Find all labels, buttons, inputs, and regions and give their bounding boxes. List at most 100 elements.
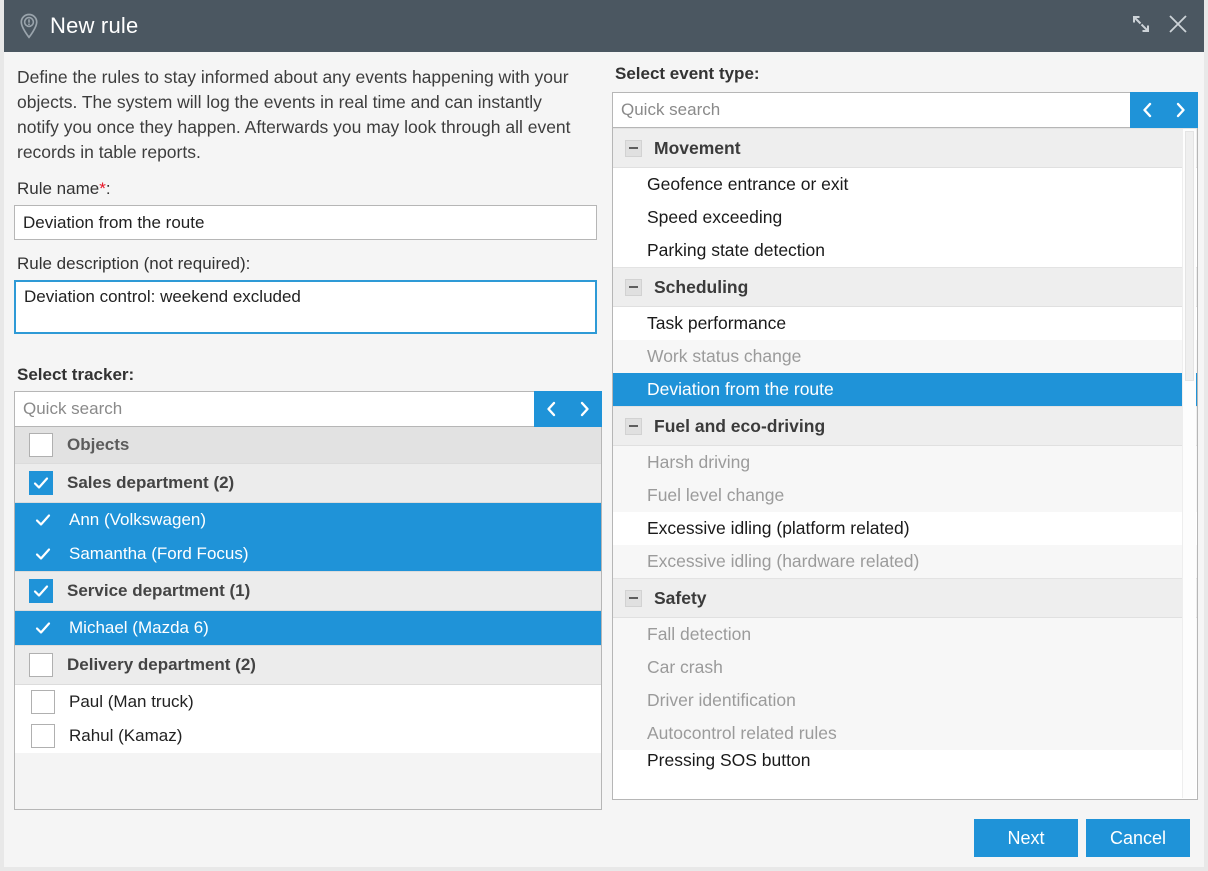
objects-select-all-checkbox[interactable] (29, 433, 53, 457)
event-item-row[interactable]: Geofence entrance or exit (613, 168, 1197, 201)
new-rule-dialog: New rule Define the rules to stay inform… (0, 0, 1208, 871)
event-nav-buttons (1130, 92, 1198, 128)
event-item-row: Autocontrol related rules (613, 717, 1197, 750)
tracker-search-input[interactable] (14, 391, 534, 427)
event-type-list[interactable]: Movement Geofence entrance or exit Speed e… (612, 128, 1198, 800)
tracker-group-checkbox[interactable] (29, 579, 53, 603)
dialog-body: Define the rules to stay informed about … (4, 52, 1204, 867)
objects-header-label: Objects (67, 435, 129, 455)
tracker-list-header[interactable]: Objects (15, 427, 601, 463)
tracker-group-label: Service department (1) (67, 581, 250, 601)
event-item-label: Parking state detection (647, 240, 825, 261)
rule-name-input[interactable] (14, 205, 597, 240)
event-search-row (612, 92, 1198, 128)
event-rows: Movement Geofence entrance or exit Speed e… (613, 128, 1197, 799)
dialog-footer: Next Cancel (974, 819, 1190, 857)
minus-collapse-icon[interactable] (625, 418, 642, 435)
tracker-item-row[interactable]: Samantha (Ford Focus) (15, 537, 601, 571)
cancel-button[interactable]: Cancel (1086, 819, 1190, 857)
event-item-row: Car crash (613, 651, 1197, 684)
chevron-left-icon[interactable] (534, 391, 568, 427)
tracker-item-row[interactable]: Paul (Man truck) (15, 685, 601, 719)
rule-name-label-text: Rule name (17, 179, 99, 198)
chevron-right-icon[interactable] (568, 391, 602, 427)
event-group-row[interactable]: Safety (613, 578, 1197, 618)
rule-description-input[interactable] (14, 280, 597, 334)
event-item-label: Fall detection (647, 624, 751, 645)
event-item-row[interactable]: Parking state detection (613, 234, 1197, 267)
rule-name-label-colon: : (106, 179, 111, 198)
tracker-item-row[interactable]: Ann (Volkswagen) (15, 503, 601, 537)
event-item-row[interactable]: Speed exceeding (613, 201, 1197, 234)
event-item-row: Driver identification (613, 684, 1197, 717)
rule-description-label: Rule description (not required): (17, 254, 602, 274)
tracker-group-checkbox[interactable] (29, 653, 53, 677)
event-item-label: Speed exceeding (647, 207, 782, 228)
event-group-label: Safety (654, 588, 707, 609)
tracker-item-checkbox[interactable] (31, 724, 55, 748)
left-pane: Define the rules to stay informed about … (14, 62, 602, 810)
tracker-group-label: Delivery department (2) (67, 655, 256, 675)
tracker-item-label: Paul (Man truck) (69, 692, 194, 712)
minus-collapse-icon[interactable] (625, 279, 642, 296)
event-list-scrollbar[interactable] (1182, 129, 1196, 798)
next-button[interactable]: Next (974, 819, 1078, 857)
event-item-label: Deviation from the route (647, 379, 834, 400)
close-icon[interactable] (1166, 12, 1190, 41)
event-group-label: Scheduling (654, 277, 748, 298)
event-item-label: Work status change (647, 346, 801, 367)
event-group-row[interactable]: Fuel and eco-driving (613, 406, 1197, 446)
event-item-row: Work status change (613, 340, 1197, 373)
tracker-group-label: Sales department (2) (67, 473, 234, 493)
chevron-left-icon[interactable] (1130, 92, 1164, 128)
tracker-item-row[interactable]: Michael (Mazda 6) (15, 611, 601, 645)
tracker-list[interactable]: Objects Sales department (2) Ann (Volkswa… (14, 427, 602, 810)
tracker-item-checkbox[interactable] (31, 690, 55, 714)
event-item-row[interactable]: Deviation from the route (613, 373, 1197, 406)
tracker-group-row[interactable]: Sales department (2) (15, 463, 601, 503)
checkmark-icon (31, 508, 55, 532)
minus-collapse-icon[interactable] (625, 140, 642, 157)
right-pane: Select event type: Movement Geofence entr… (612, 62, 1198, 800)
required-marker: * (99, 179, 106, 198)
minus-collapse-icon[interactable] (625, 590, 642, 607)
event-item-row: Fall detection (613, 618, 1197, 651)
event-item-label: Pressing SOS button (647, 750, 810, 770)
event-item-label: Fuel level change (647, 485, 784, 506)
dialog-title: New rule (50, 13, 138, 39)
tracker-list-empty-space (15, 753, 601, 810)
event-group-label: Movement (654, 138, 741, 159)
checkmark-icon (31, 616, 55, 640)
tracker-group-row[interactable]: Delivery department (2) (15, 645, 601, 685)
tracker-item-row[interactable]: Rahul (Kamaz) (15, 719, 601, 753)
intro-text: Define the rules to stay informed about … (17, 65, 573, 165)
event-item-label: Driver identification (647, 690, 796, 711)
event-group-row[interactable]: Scheduling (613, 267, 1197, 307)
event-search-input[interactable] (612, 92, 1130, 128)
tracker-rows: Sales department (2) Ann (Volkswagen) Sama… (15, 463, 601, 753)
chevron-right-icon[interactable] (1164, 92, 1198, 128)
event-item-row[interactable]: Excessive idling (platform related) (613, 512, 1197, 545)
event-group-row[interactable]: Movement (613, 128, 1197, 168)
tracker-group-checkbox[interactable] (29, 471, 53, 495)
select-event-type-label: Select event type: (615, 64, 1198, 84)
tracker-item-label: Michael (Mazda 6) (69, 618, 209, 638)
event-item-label: Autocontrol related rules (647, 723, 837, 744)
event-item-row: Fuel level change (613, 479, 1197, 512)
event-group-label: Fuel and eco-driving (654, 416, 825, 437)
rule-name-label: Rule name*: (17, 179, 602, 199)
event-item-label: Car crash (647, 657, 723, 678)
restore-window-icon[interactable] (1130, 13, 1152, 40)
tracker-item-label: Rahul (Kamaz) (69, 726, 182, 746)
event-item-row: Excessive idling (hardware related) (613, 545, 1197, 578)
tracker-group-row[interactable]: Service department (1) (15, 571, 601, 611)
dialog-titlebar: New rule (0, 0, 1208, 52)
event-item-row[interactable]: Task performance (613, 307, 1197, 340)
event-list-scrollbar-thumb[interactable] (1185, 131, 1194, 381)
tracker-nav-buttons (534, 391, 602, 427)
event-item-label: Harsh driving (647, 452, 750, 473)
window-controls (1130, 12, 1208, 41)
checkmark-icon (31, 542, 55, 566)
tracker-item-label: Ann (Volkswagen) (69, 510, 206, 530)
event-item-row[interactable]: Pressing SOS button (613, 750, 1197, 770)
